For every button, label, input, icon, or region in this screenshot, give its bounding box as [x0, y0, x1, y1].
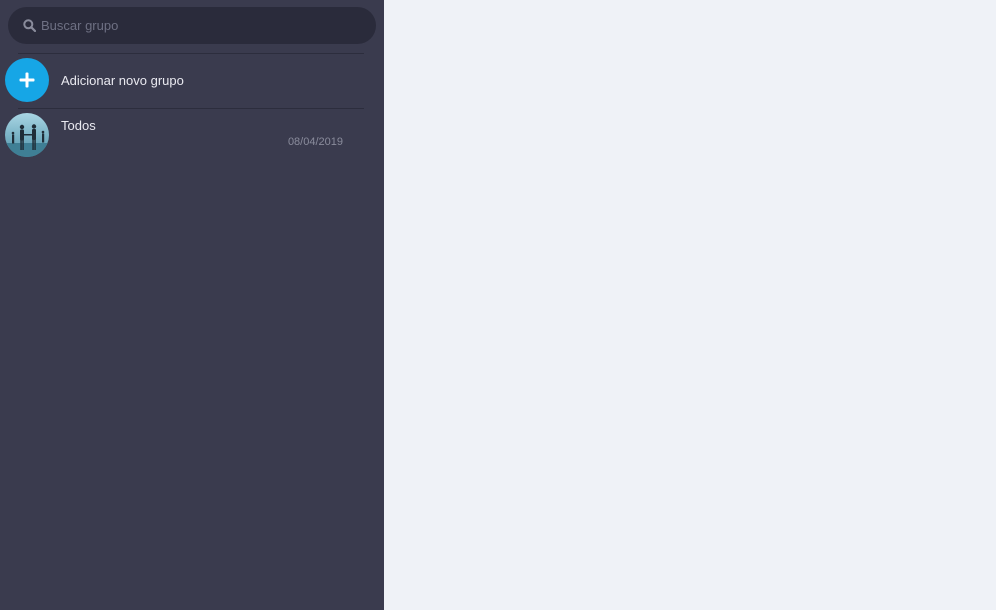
main-content-area — [384, 0, 996, 610]
group-avatar — [5, 113, 49, 157]
group-name: Todos — [61, 118, 96, 133]
group-date: 08/04/2019 — [287, 136, 343, 148]
add-group-label: Adicionar novo grupo — [61, 72, 184, 88]
group-item-todos[interactable]: Todos 08/04/2019 — [5, 112, 375, 158]
group-info: Todos 08/04/2019 — [49, 112, 375, 158]
search-icon — [22, 19, 36, 33]
search-bar[interactable] — [8, 7, 376, 44]
divider — [18, 53, 364, 54]
divider — [18, 108, 364, 109]
app: Adicionar novo grupo — [0, 0, 996, 610]
plus-icon[interactable] — [5, 58, 49, 102]
add-group-button[interactable]: Adicionar novo grupo — [5, 57, 375, 103]
sidebar: Adicionar novo grupo — [0, 0, 384, 610]
search-input[interactable] — [41, 10, 376, 41]
